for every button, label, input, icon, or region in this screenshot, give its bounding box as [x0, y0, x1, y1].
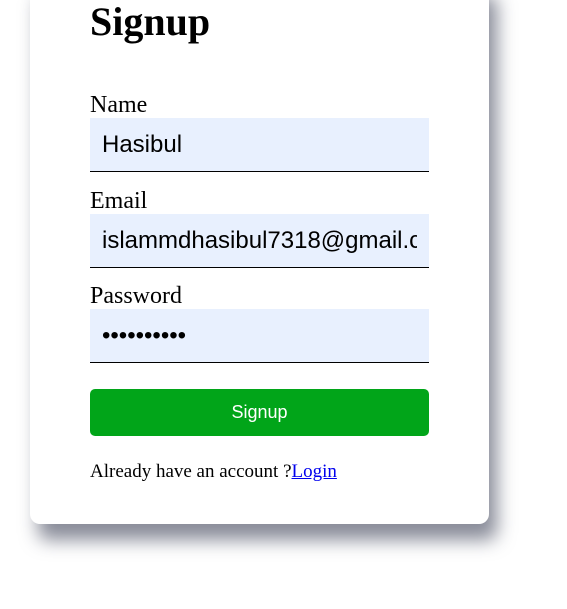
password-input[interactable]	[90, 309, 429, 363]
email-input[interactable]	[90, 214, 429, 268]
page-title: Signup	[90, 0, 211, 44]
signup-card: Signup Name Email Password Signup Alread…	[30, 0, 489, 524]
login-link[interactable]: Login	[292, 461, 337, 482]
name-label: Name	[90, 92, 148, 118]
login-prompt-text: Already have an account ?	[90, 461, 292, 482]
name-input[interactable]	[90, 118, 429, 172]
login-prompt: Already have an account ?Login	[90, 461, 337, 483]
signup-button[interactable]: Signup	[90, 389, 429, 436]
email-label: Email	[90, 188, 148, 214]
password-label: Password	[90, 283, 183, 309]
